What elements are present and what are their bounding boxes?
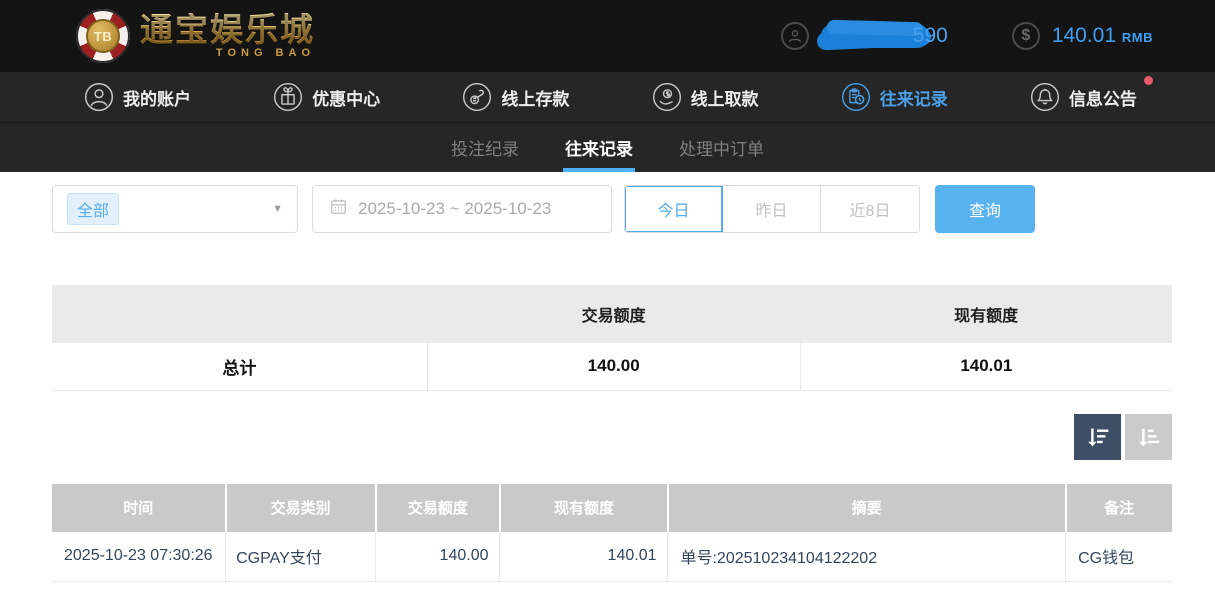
- balance-currency: RMB: [1122, 30, 1153, 45]
- table-row: 2025-10-23 07:30:26 CGPAY支付 140.00 140.0…: [52, 532, 1172, 582]
- dollar-icon: $: [1012, 22, 1040, 50]
- search-button[interactable]: 查询: [935, 185, 1035, 233]
- date-range-input[interactable]: 2025-10-23 ~ 2025-10-23: [312, 185, 612, 233]
- summary-total-transaction: 140.00: [427, 343, 800, 390]
- cell-summary: 单号:202510234104122202: [668, 532, 1066, 582]
- filter-row: 全部 ▼ 2025-10-23 ~ 2025-10-23 今日 昨日 近8日 查…: [52, 185, 1172, 233]
- bell-icon: [1030, 82, 1060, 112]
- sub-nav: 投注纪录 往来记录 处理中订单: [0, 122, 1215, 172]
- selected-type-chip: 全部: [67, 193, 119, 225]
- col-balance: 现有额度: [500, 484, 668, 532]
- balance-amount: 140.01: [1052, 24, 1116, 47]
- account-icon: [84, 82, 114, 112]
- records-header-row: 时间 交易类别 交易额度 现有额度 摘要 备注: [52, 484, 1172, 532]
- calendar-icon: [329, 197, 348, 221]
- col-time: 时间: [52, 484, 226, 532]
- sort-controls: [52, 414, 1172, 460]
- deposit-hand-coin-icon: [462, 82, 492, 112]
- nav-label: 线上取款: [691, 85, 759, 110]
- tab-transaction-records[interactable]: 往来记录: [563, 123, 635, 172]
- col-type: 交易类别: [226, 484, 376, 532]
- gift-icon: [273, 82, 303, 112]
- summary-total-label: 总计: [52, 343, 427, 390]
- username-visible-digits: 590: [913, 24, 948, 48]
- brand-logo[interactable]: TB 通宝娱乐城 TONG BAO: [76, 9, 315, 63]
- main-nav: 我的账户 优惠中心 线上存款: [0, 72, 1215, 122]
- quick-date-group: 今日 昨日 近8日: [624, 185, 920, 233]
- user-account[interactable]: 590: [781, 19, 948, 53]
- today-button[interactable]: 今日: [625, 186, 723, 232]
- col-remark: 备注: [1066, 484, 1172, 532]
- top-bar: TB 通宝娱乐城 TONG BAO 590 $ 140.01 RMB: [0, 0, 1215, 72]
- chevron-down-icon: ▼: [272, 203, 283, 215]
- tab-pending-orders[interactable]: 处理中订单: [677, 123, 766, 172]
- summary-header-balance: 现有额度: [800, 285, 1172, 343]
- nav-announcements[interactable]: 信息公告: [1030, 82, 1137, 112]
- withdraw-hand-dollar-icon: [652, 82, 682, 112]
- nav-my-account[interactable]: 我的账户: [84, 82, 191, 112]
- type-select[interactable]: 全部 ▼: [52, 185, 298, 233]
- wallet-balance[interactable]: $ 140.01 RMB: [1012, 22, 1153, 50]
- summary-table: 交易额度 现有额度 总计 140.00 140.01: [52, 285, 1172, 391]
- nav-promotions[interactable]: 优惠中心: [273, 82, 380, 112]
- chip-monogram: TB: [86, 19, 120, 53]
- summary-header-transaction: 交易额度: [427, 285, 800, 343]
- tab-betting-records[interactable]: 投注纪录: [449, 123, 521, 172]
- last-8-days-button[interactable]: 近8日: [821, 186, 919, 232]
- sort-ascending-button[interactable]: [1125, 414, 1172, 460]
- nav-label: 优惠中心: [312, 85, 380, 110]
- col-amount: 交易额度: [376, 484, 500, 532]
- nav-label: 信息公告: [1069, 85, 1137, 110]
- nav-online-deposit[interactable]: 线上存款: [462, 82, 569, 112]
- cell-time: 2025-10-23 07:30:26: [52, 532, 226, 582]
- records-table: 时间 交易类别 交易额度 现有额度 摘要 备注 2025-10-23 07:30…: [52, 484, 1172, 583]
- notification-dot: [1144, 76, 1153, 85]
- records-clipboard-clock-icon: [841, 82, 871, 112]
- nav-label: 线上存款: [501, 85, 569, 110]
- nav-transaction-records[interactable]: 往来记录: [841, 82, 948, 112]
- summary-total-balance: 140.01: [800, 343, 1172, 390]
- brand-name-cn: 通宝娱乐城: [140, 13, 315, 46]
- nav-label: 往来记录: [880, 85, 948, 110]
- nav-online-withdraw[interactable]: 线上取款: [652, 82, 759, 112]
- date-range-value: 2025-10-23 ~ 2025-10-23: [358, 199, 551, 219]
- summary-header-empty: [52, 285, 427, 343]
- cell-balance: 140.01: [500, 532, 668, 582]
- cell-amount: 140.00: [376, 532, 500, 582]
- brand-name-en: TONG BAO: [216, 48, 315, 59]
- summary-header-row: 交易额度 现有额度: [52, 285, 1172, 343]
- nav-label: 我的账户: [123, 85, 191, 110]
- user-icon: [781, 22, 809, 50]
- content-area: 全部 ▼ 2025-10-23 ~ 2025-10-23 今日 昨日 近8日 查…: [0, 172, 1215, 582]
- col-summary: 摘要: [668, 484, 1066, 532]
- sort-descending-button[interactable]: [1074, 414, 1121, 460]
- cell-type: CGPAY支付: [226, 532, 376, 582]
- cell-remark: CG钱包: [1066, 532, 1172, 582]
- summary-total-row: 总计 140.00 140.01: [52, 343, 1172, 390]
- poker-chip-logo: TB: [76, 9, 130, 63]
- yesterday-button[interactable]: 昨日: [723, 186, 821, 232]
